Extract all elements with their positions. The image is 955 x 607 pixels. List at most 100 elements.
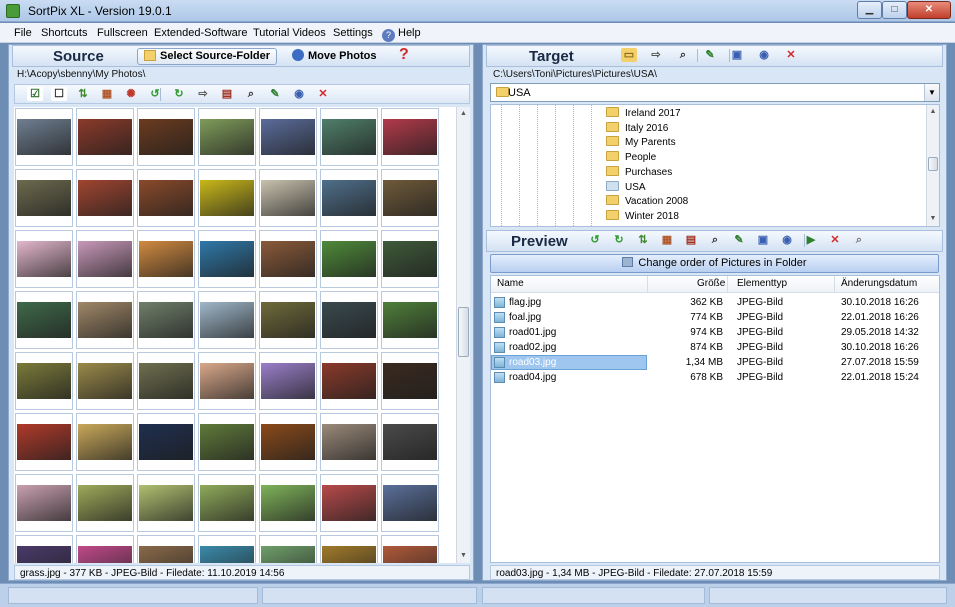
thumbnail[interactable]: [320, 291, 378, 349]
thumbnail[interactable]: [198, 413, 256, 471]
thumbnail[interactable]: [198, 535, 256, 563]
thumbnail[interactable]: [320, 413, 378, 471]
folder-tree-item[interactable]: Ireland 2017: [606, 107, 681, 121]
rotate-left-icon[interactable]: ↺: [587, 233, 603, 247]
move-icon[interactable]: ⇨: [648, 48, 664, 62]
thumbnail[interactable]: [198, 352, 256, 410]
thumbnail[interactable]: [381, 169, 439, 227]
scroll-up-icon[interactable]: ▲: [457, 107, 470, 121]
thumbnail[interactable]: [137, 474, 195, 532]
column-type[interactable]: Elementtyp: [737, 278, 787, 289]
menu-file[interactable]: File: [14, 27, 32, 39]
move-photos-button[interactable]: Move Photos: [285, 48, 383, 65]
target-folder-select[interactable]: USA ▼: [490, 83, 940, 102]
thumbnail[interactable]: [259, 108, 317, 166]
column-date[interactable]: Änderungsdatum: [841, 278, 917, 289]
delete-icon[interactable]: ✕: [315, 87, 331, 101]
new-folder-icon[interactable]: ▭: [621, 48, 637, 62]
thumbnail[interactable]: [15, 535, 73, 563]
search-icon[interactable]: ⌕: [851, 233, 867, 247]
rotate-right-icon[interactable]: ↻: [611, 233, 627, 247]
thumbnail[interactable]: [381, 230, 439, 288]
edit-icon[interactable]: ✎: [702, 48, 718, 62]
file-row[interactable]: road01.jpg 974 KB JPEG-Bild 29.05.2018 14:3…: [491, 325, 939, 340]
select-all-icon[interactable]: ☑: [27, 87, 43, 101]
thumbnail[interactable]: [15, 413, 73, 471]
file-row[interactable]: foal.jpg 774 KB JPEG-Bild 22.01.2018 16:26: [491, 310, 939, 325]
thumbnail[interactable]: [76, 474, 134, 532]
thumbnail[interactable]: [15, 474, 73, 532]
thumbnail[interactable]: [198, 474, 256, 532]
menu-settings[interactable]: Settings: [333, 27, 373, 39]
thumbnail[interactable]: [15, 352, 73, 410]
thumbnail[interactable]: [320, 535, 378, 563]
thumbnail[interactable]: [137, 291, 195, 349]
maximize-button[interactable]: □: [882, 1, 907, 19]
thumbnail[interactable]: [76, 169, 134, 227]
thumbnail[interactable]: [15, 291, 73, 349]
thumbnail[interactable]: [76, 108, 134, 166]
copy-icon[interactable]: ▤: [683, 233, 699, 247]
color-wheel-icon[interactable]: ✺: [123, 87, 139, 101]
menu-tutorial-videos[interactable]: Tutorial Videos: [253, 27, 326, 39]
thumbnail[interactable]: [198, 230, 256, 288]
file-row[interactable]: road04.jpg 678 KB JPEG-Bild 22.01.2018 15:2…: [491, 370, 939, 385]
edit-icon[interactable]: ✎: [267, 87, 283, 101]
grid-view-icon[interactable]: ▦: [99, 87, 115, 101]
screen-icon[interactable]: ▣: [729, 48, 745, 62]
tree-scrollbar[interactable]: ▲ ▼: [926, 105, 939, 226]
zoom-icon[interactable]: ⌕: [243, 87, 259, 101]
grid-view-icon[interactable]: ▦: [659, 233, 675, 247]
sort-icon[interactable]: ⇅: [75, 87, 91, 101]
thumbnail[interactable]: [15, 230, 73, 288]
thumbnail[interactable]: [381, 352, 439, 410]
question-icon[interactable]: ?: [399, 46, 409, 64]
thumbnail[interactable]: [259, 413, 317, 471]
thumbnail[interactable]: [381, 474, 439, 532]
change-order-button[interactable]: Change order of Pictures in Folder: [490, 254, 939, 273]
menu-help[interactable]: ? Help: [382, 27, 421, 42]
zoom-icon[interactable]: ⌕: [707, 233, 723, 247]
scroll-thumb[interactable]: [928, 157, 938, 171]
delete-icon[interactable]: ✕: [827, 233, 843, 247]
menu-fullscreen[interactable]: Fullscreen: [97, 27, 148, 39]
folder-tree-item[interactable]: My Parents: [606, 136, 676, 150]
thumbnail[interactable]: [259, 169, 317, 227]
edit-icon[interactable]: ✎: [731, 233, 747, 247]
thumbnail[interactable]: [259, 535, 317, 563]
thumbnail[interactable]: [76, 535, 134, 563]
thumbnail[interactable]: [15, 169, 73, 227]
column-size[interactable]: Größe: [697, 278, 725, 289]
thumbnail[interactable]: [76, 230, 134, 288]
thumbnail[interactable]: [198, 291, 256, 349]
scroll-thumb[interactable]: [458, 307, 469, 357]
thumbnail[interactable]: [198, 108, 256, 166]
thumbnail[interactable]: [381, 535, 439, 563]
screen-icon[interactable]: ▣: [755, 233, 771, 247]
close-window-button[interactable]: ✕: [907, 1, 951, 19]
chevron-down-icon[interactable]: ▼: [924, 84, 939, 101]
delete-icon[interactable]: ✕: [783, 48, 799, 62]
thumbnail[interactable]: [259, 230, 317, 288]
minimize-button[interactable]: ▁: [857, 1, 882, 19]
scroll-down-icon[interactable]: ▼: [457, 549, 470, 563]
file-row[interactable]: road02.jpg 874 KB JPEG-Bild 30.10.2018 16:2…: [491, 340, 939, 355]
folder-tree-item[interactable]: People: [606, 151, 656, 165]
thumbnail[interactable]: [320, 108, 378, 166]
thumbnail[interactable]: [198, 169, 256, 227]
sort-icon[interactable]: ⇅: [635, 233, 651, 247]
zoom-icon[interactable]: ⌕: [675, 48, 691, 62]
rotate-right-icon[interactable]: ↻: [171, 87, 187, 101]
thumbnail[interactable]: [137, 108, 195, 166]
thumbnail[interactable]: [76, 413, 134, 471]
thumbnail[interactable]: [137, 352, 195, 410]
file-row[interactable]: flag.jpg 362 KB JPEG-Bild 30.10.2018 16:26: [491, 295, 939, 310]
thumbnail[interactable]: [259, 352, 317, 410]
thumbnail[interactable]: [381, 291, 439, 349]
thumbnail[interactable]: [320, 169, 378, 227]
move-icon[interactable]: ⇨: [195, 87, 211, 101]
folder-tree-item[interactable]: Vacation 2008: [606, 195, 688, 209]
web-icon[interactable]: ◉: [291, 87, 307, 101]
thumbnail[interactable]: [76, 291, 134, 349]
thumbnail-scrollbar[interactable]: ▲ ▼: [456, 107, 470, 563]
